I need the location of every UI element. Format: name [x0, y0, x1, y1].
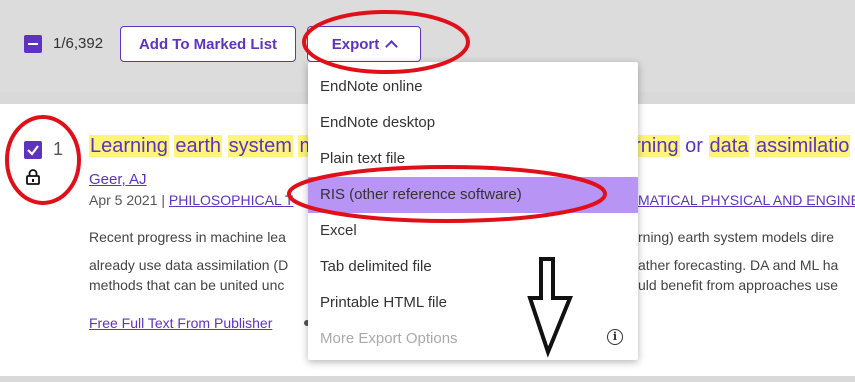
- menu-item-tab-delimited[interactable]: Tab delimited file: [308, 249, 638, 285]
- select-all-checkbox[interactable]: [24, 35, 42, 53]
- abstract-line: methods that can be united unc: [89, 277, 285, 293]
- abstract-line-tail: rning) earth system models dire: [638, 229, 835, 245]
- menu-item-endnote-online[interactable]: EndNote online: [308, 69, 638, 105]
- menu-item-plain-text[interactable]: Plain text file: [308, 141, 638, 177]
- title-word: or: [685, 135, 703, 157]
- lock-icon: [26, 169, 40, 185]
- record-title-tail[interactable]: arning or data assimilatio: [622, 135, 851, 158]
- title-word: earth: [174, 135, 222, 157]
- menu-item-endnote-desktop[interactable]: EndNote desktop: [308, 105, 638, 141]
- selection-count: 1/6,392: [53, 35, 104, 52]
- title-word: assimilatio: [755, 135, 851, 157]
- menu-item-ris[interactable]: RIS (other reference software): [308, 177, 638, 213]
- meta-separator: |: [161, 192, 166, 208]
- add-to-marked-list-label: Add To Marked List: [138, 35, 278, 53]
- chevron-up-icon: [385, 39, 399, 53]
- journal-link[interactable]: PHILOSOPHICAL T: [169, 192, 293, 208]
- abstract-line-tail: ather forecasting. DA and ML ha: [638, 257, 839, 273]
- author-link[interactable]: Geer, AJ: [89, 171, 147, 188]
- record-number: 1: [53, 139, 64, 159]
- record-checkbox[interactable]: [24, 141, 42, 159]
- export-button[interactable]: Export: [307, 26, 421, 62]
- menu-item-printable-html[interactable]: Printable HTML file: [308, 285, 638, 321]
- record-meta: Apr 5 2021 | PHILOSOPHICAL T: [89, 192, 293, 208]
- info-icon[interactable]: i: [607, 329, 623, 345]
- abstract-line: Recent progress in machine lea: [89, 229, 286, 245]
- abstract-line: already use data assimilation (D: [89, 257, 289, 273]
- title-word: system: [227, 135, 293, 157]
- watermark: CSDN @YYisBayes: [678, 352, 803, 368]
- export-label: Export: [331, 35, 380, 53]
- abstract-line-tail: uld benefit from approaches use: [638, 277, 839, 293]
- title-word: Learning: [89, 135, 169, 157]
- publication-date: Apr 5 2021: [89, 192, 158, 208]
- record-title[interactable]: Learning earth system m: [89, 135, 318, 158]
- journal-link-tail[interactable]: MATICAL PHYSICAL AND ENGINE: [638, 192, 855, 208]
- export-dropdown-menu: EndNote online EndNote desktop Plain tex…: [308, 62, 638, 360]
- add-to-marked-list-button[interactable]: Add To Marked List: [120, 26, 296, 62]
- title-word: data: [708, 135, 750, 157]
- full-text-link[interactable]: Free Full Text From Publisher: [89, 315, 272, 331]
- menu-item-excel[interactable]: Excel: [308, 213, 638, 249]
- menu-item-more-export-options: More Export Options: [320, 330, 458, 347]
- checkmark-icon: [27, 145, 39, 156]
